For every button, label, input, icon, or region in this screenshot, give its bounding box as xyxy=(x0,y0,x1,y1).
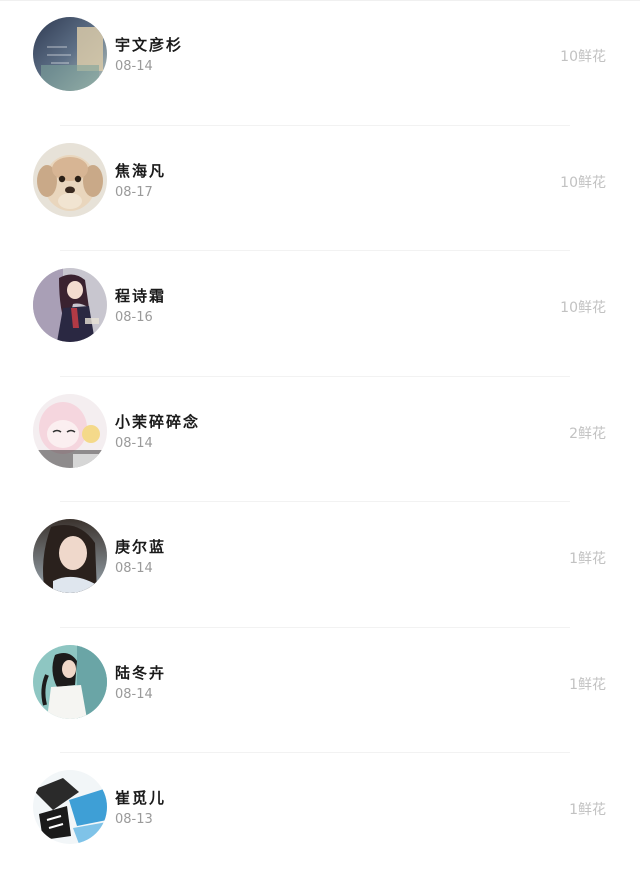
friend-name: 焦海凡 xyxy=(115,161,167,180)
friend-date: 08-14 xyxy=(115,435,153,451)
list-item[interactable]: 焦海凡 08-17 10鲜花 xyxy=(0,126,640,251)
friend-date: 08-14 xyxy=(115,59,153,74)
flower-count: 10鲜花 xyxy=(560,49,606,65)
flower-count: 1鲜花 xyxy=(569,676,606,693)
flower-count: 1鲜花 xyxy=(569,802,606,818)
list-item[interactable]: 陆冬卉 08-14 1鲜花 xyxy=(0,628,640,753)
friend-name: 崔觅儿 xyxy=(115,789,167,807)
avatar[interactable] xyxy=(33,770,107,844)
friend-date: 08-17 xyxy=(115,184,153,200)
friend-name: 程诗霜 xyxy=(115,287,167,305)
friend-name: 庚尔蓝 xyxy=(115,538,167,556)
friend-name: 宇文彦杉 xyxy=(115,36,184,54)
list-item[interactable]: 程诗霜 08-16 10鲜花 xyxy=(0,251,640,377)
flower-count: 2鲜花 xyxy=(569,425,606,442)
friend-date: 08-16 xyxy=(115,310,153,325)
avatar[interactable] xyxy=(33,142,107,217)
avatar[interactable] xyxy=(33,393,107,468)
friend-date: 08-14 xyxy=(115,686,153,702)
flower-count: 1鲜花 xyxy=(569,551,606,567)
list-item[interactable]: 宇文彦杉 08-14 10鲜花 xyxy=(0,0,640,126)
list-item[interactable]: 崔觅儿 08-13 1鲜花 xyxy=(0,753,640,879)
friend-date: 08-13 xyxy=(115,812,153,827)
friend-date: 08-14 xyxy=(115,561,153,576)
avatar[interactable] xyxy=(33,644,107,719)
flower-count: 10鲜花 xyxy=(560,300,606,316)
friend-list: 宇文彦杉 08-14 10鲜花 焦海凡 08-17 10鲜花 程诗霜 08-16… xyxy=(0,0,640,879)
avatar[interactable] xyxy=(33,17,107,91)
flower-count: 10鲜花 xyxy=(560,174,606,191)
friend-name: 小茉碎碎念 xyxy=(115,412,201,431)
list-item[interactable]: 小茉碎碎念 08-14 2鲜花 xyxy=(0,377,640,502)
friend-name: 陆冬卉 xyxy=(115,663,167,682)
list-item[interactable]: 庚尔蓝 08-14 1鲜花 xyxy=(0,502,640,628)
avatar[interactable] xyxy=(33,268,107,342)
avatar[interactable] xyxy=(33,519,107,593)
